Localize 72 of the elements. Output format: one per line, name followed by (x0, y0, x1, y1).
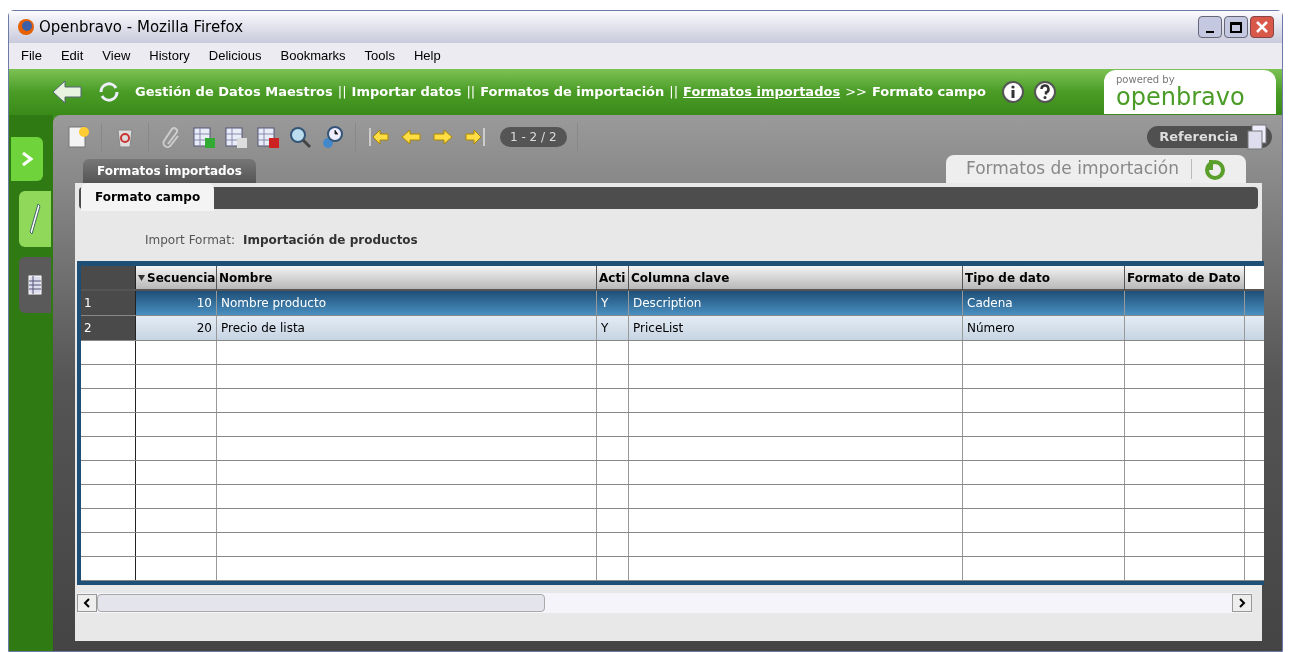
documents-icon (1244, 123, 1270, 151)
breadcrumb-item: Formatos de importación (480, 83, 665, 102)
tab[interactable]: Formato campo (81, 183, 215, 211)
menu-item[interactable]: File (21, 46, 42, 66)
column-header[interactable]: Tipo de dato (963, 266, 1125, 289)
breadcrumb-separator: || (466, 83, 476, 102)
tab[interactable]: Formatos importados (83, 159, 256, 183)
table-cell: Y (597, 291, 629, 315)
minimize-button[interactable] (1198, 16, 1222, 38)
breadcrumb-item: Importar datos (351, 83, 462, 102)
row-number: 2 (81, 316, 136, 340)
menu-item[interactable]: Delicious (208, 46, 262, 66)
table-cell: Número (963, 316, 1125, 340)
table-cell: Y (597, 316, 629, 340)
refresh-icon[interactable] (97, 80, 121, 104)
breadcrumb-separator: || (337, 83, 347, 102)
search-icon[interactable] (287, 124, 313, 150)
menu-item[interactable]: View (102, 46, 131, 66)
field-label: Import Format: (145, 232, 235, 249)
chevron-left-icon (83, 598, 91, 608)
breadcrumb-separator: || (669, 83, 679, 102)
table-cell: Nombre producto (217, 291, 597, 315)
column-header[interactable]: Columna clave (629, 266, 963, 289)
menu-item[interactable]: Bookmarks (280, 46, 346, 66)
grid-view-tab[interactable] (19, 257, 51, 313)
back-arrow-icon[interactable] (51, 79, 83, 105)
row-number: 1 (81, 291, 136, 315)
table-cell: PriceList (629, 316, 963, 340)
column-header[interactable]: Secuencia (136, 266, 217, 289)
export-icon[interactable] (223, 124, 249, 150)
table-cell: Description (629, 291, 963, 315)
window-title: Openbravo - Mozilla Firefox (39, 16, 244, 38)
menu-item[interactable]: Edit (60, 46, 84, 66)
scroll-right-button[interactable] (1232, 594, 1252, 612)
menu-item[interactable]: Tools (364, 46, 395, 66)
column-header[interactable]: Acti (597, 266, 629, 289)
grid-icon (28, 275, 42, 295)
record-counter: 1 - 2 / 2 (500, 127, 567, 147)
horizontal-scrollbar[interactable] (77, 593, 1252, 613)
table-cell: Cadena (963, 291, 1125, 315)
chevron-right-icon (1238, 598, 1246, 608)
menu-item[interactable]: History (149, 46, 190, 66)
pdf-export-icon[interactable] (255, 124, 281, 150)
table-cell: 20 (136, 316, 217, 340)
breadcrumb-separator: >> (845, 83, 867, 102)
column-header[interactable]: Formato de Dato (1125, 266, 1245, 289)
field-value: Importación de productos (243, 232, 418, 249)
excel-export-icon[interactable] (191, 124, 217, 150)
info-icon[interactable] (1001, 81, 1024, 103)
edit-view-tab[interactable] (19, 191, 51, 247)
scroll-left-button[interactable] (77, 594, 97, 612)
close-icon (1255, 20, 1269, 34)
help-icon[interactable] (1033, 81, 1056, 103)
breadcrumb-item: Gestión de Datos Maestros (135, 83, 333, 102)
logo-tagline: powered by (1116, 75, 1176, 85)
browser-logo-icon (17, 18, 35, 36)
table-row[interactable]: 1 10 Nombre producto Y Description Cadena (81, 291, 1264, 316)
maximize-button[interactable] (1224, 16, 1248, 38)
logo-name: openbravo (1116, 85, 1246, 109)
chevron-right-icon (20, 151, 34, 167)
table-cell: 10 (136, 291, 217, 315)
table-cell: Precio de lista (217, 316, 597, 340)
breadcrumb-item: Formato campo (871, 83, 986, 102)
table-row[interactable]: 2 20 Precio de lista Y PriceList Número (81, 316, 1264, 341)
pencil-icon (28, 202, 42, 236)
close-button[interactable] (1250, 16, 1274, 38)
scroll-thumb[interactable] (97, 594, 545, 612)
logo-icon (1204, 158, 1226, 180)
column-header[interactable]: Nombre (217, 266, 597, 289)
reference-button[interactable]: Referencia (1147, 126, 1272, 148)
new-record-icon[interactable] (65, 124, 91, 150)
menu-item[interactable]: Help (413, 46, 441, 66)
